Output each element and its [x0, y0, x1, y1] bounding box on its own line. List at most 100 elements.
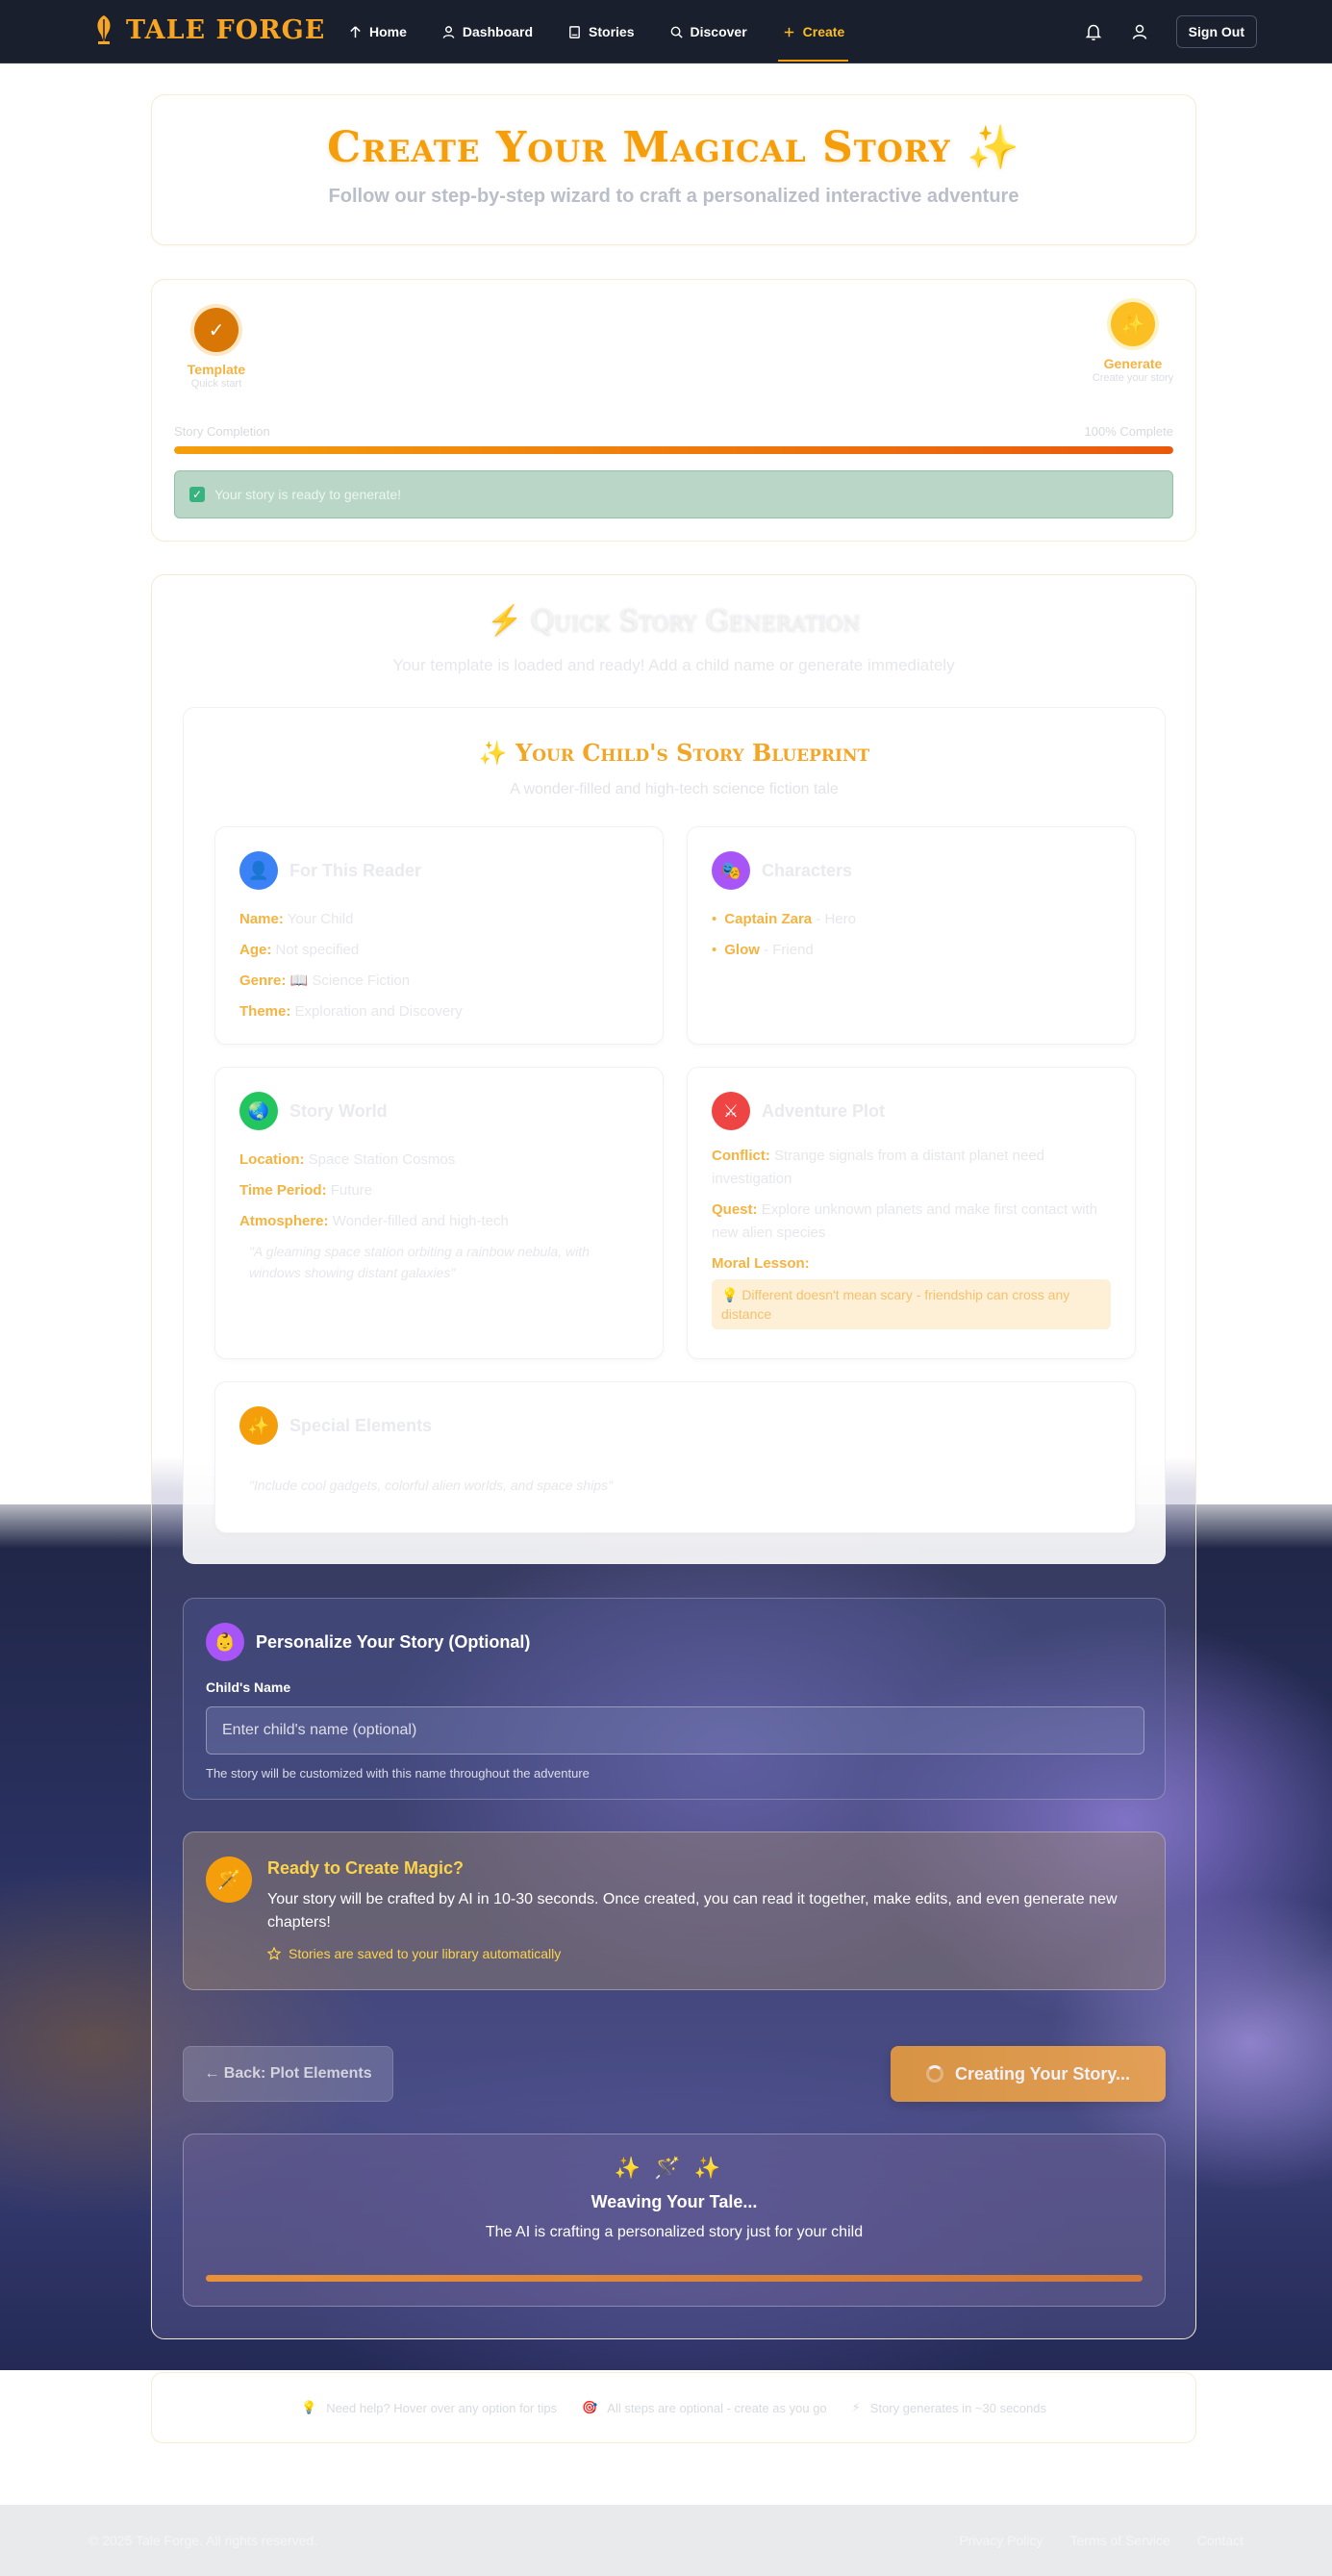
ready-to-create-section: 🪄 Ready to Create Magic? Your story will… — [183, 1831, 1166, 1990]
nav-stories[interactable]: Stories — [554, 0, 647, 63]
adventure-plot-title: Adventure Plot — [762, 1100, 886, 1121]
reader-genre-value: 📖 Science Fiction — [289, 972, 411, 989]
sparkles-icon: ✨ — [967, 123, 1020, 172]
special-elements-title: Special Elements — [289, 1415, 433, 1435]
child-name-input[interactable] — [206, 1706, 1144, 1755]
footer-link-contact[interactable]: Contact — [1197, 2533, 1244, 2548]
reader-age-key: Age: — [239, 942, 272, 958]
step-template[interactable]: ✓ Template Quick start — [173, 308, 260, 391]
tip-item: ⚡ Story generates in ~30 seconds — [852, 2400, 1046, 2415]
nav-discover[interactable]: Discover — [656, 0, 761, 63]
footer: © 2025 Tale Forge. All rights reserved. … — [0, 2505, 1332, 2576]
brand-name: TALE FORGE — [126, 14, 326, 45]
page-title: Create Your Magical Story ✨ — [152, 122, 1195, 172]
nav-home-label: Home — [369, 24, 407, 39]
nav-create[interactable]: Create — [768, 0, 859, 63]
character-item: • Glow - Friend — [712, 942, 814, 958]
page-subtitle: Follow our step-by-step wizard to craft … — [328, 186, 1019, 207]
magic-wand-icon: 🪄 — [206, 1856, 252, 1903]
quick-generation-title-text: Quick Story Generation — [530, 604, 861, 638]
loading-spinner-icon — [925, 2065, 943, 2083]
step-generate-desc: Create your story — [1092, 372, 1174, 384]
checkbox-icon: ✓ — [189, 487, 205, 502]
library-note-text: Stories are saved to your library automa… — [289, 1946, 562, 1961]
story-world-card: 🌏 Story World Location: Space Station Co… — [214, 1067, 664, 1359]
tip-text: All steps are optional - create as you g… — [607, 2400, 827, 2415]
reader-theme-key: Theme: — [239, 1003, 291, 1020]
child-face-icon: 👶 — [206, 1623, 244, 1661]
character-item: • Captain Zara - Hero — [712, 911, 856, 927]
sparkle-icon: ✨ — [239, 1406, 278, 1445]
progress-card: ✓ Template Quick start ✨ Generate Create… — [151, 279, 1196, 542]
home-icon — [350, 25, 361, 38]
world-location-value: Space Station Cosmos — [308, 1151, 456, 1168]
tips-bar: 💡 Need help? Hover over any option for t… — [151, 2372, 1196, 2443]
weaving-status: ✨🪄✨ Weaving Your Tale... The AI is craft… — [183, 2134, 1166, 2307]
step-generate[interactable]: ✨ Generate Create your story — [1090, 302, 1176, 385]
lightning-icon: ⚡ — [851, 2400, 861, 2414]
nav-stories-label: Stories — [589, 24, 635, 39]
weaving-progress-bar — [206, 2275, 1143, 2282]
footer-link-terms[interactable]: Terms of Service — [1070, 2533, 1170, 2548]
bell-icon[interactable] — [1084, 22, 1103, 41]
tip-item: 🎯 All steps are optional - create as you… — [582, 2400, 827, 2415]
story-blueprint: ✨ Your Child's Story Blueprint A wonder-… — [183, 707, 1166, 1564]
blueprint-subtitle: A wonder-filled and high-tech science fi… — [510, 781, 839, 797]
sparkle-wand-icons: ✨🪄✨ — [614, 2156, 735, 2180]
plot-conflict-key: Conflict: — [712, 1148, 770, 1164]
reader-age-value: Not specified — [275, 942, 360, 958]
ready-alert: ✓ Your story is ready to generate! — [174, 470, 1173, 518]
ready-to-create-title: Ready to Create Magic? — [267, 1858, 465, 1878]
world-atmosphere-value: Wonder-filled and high-tech — [332, 1213, 509, 1229]
globe-icon: 🌏 — [239, 1092, 278, 1130]
create-story-label: Creating Your Story... — [954, 2063, 1131, 2084]
completion-progress-bar — [174, 446, 1173, 454]
sign-out-button[interactable]: Sign Out — [1175, 15, 1257, 48]
check-icon: ✓ — [194, 308, 239, 352]
search-icon — [670, 26, 683, 38]
ready-to-create-text: Your story will be crafted by AI in 10-3… — [267, 1891, 1118, 1931]
back-button[interactable]: ← Back: Plot Elements — [183, 2046, 393, 2102]
star-icon — [267, 1947, 281, 1960]
special-elements-description: "Include cool gadgets, colorful alien wo… — [249, 1477, 614, 1493]
child-name-label: Child's Name — [206, 1679, 291, 1695]
quill-icon — [97, 15, 111, 44]
tip-item: 💡 Need help? Hover over any option for t… — [301, 2400, 557, 2415]
lightning-icon: ⚡ — [487, 604, 523, 638]
nav-home[interactable]: Home — [335, 0, 420, 63]
quick-generation-subtitle: Your template is loaded and ready! Add a… — [392, 656, 955, 674]
plot-lesson-value: 💡 Different doesn't mean scary - friends… — [712, 1279, 1111, 1329]
profile-icon[interactable] — [1130, 22, 1149, 41]
character-name: Captain Zara — [724, 911, 813, 927]
book-icon — [569, 25, 580, 38]
copyright: © 2025 Tale Forge. All rights reserved. — [88, 2533, 318, 2548]
footer-link-privacy[interactable]: Privacy Policy — [959, 2533, 1043, 2548]
plot-quest-key: Quest: — [712, 1201, 758, 1218]
nav-create-label: Create — [802, 24, 845, 39]
sparkle-step-icon: ✨ — [1111, 302, 1155, 346]
world-period-key: Time Period: — [239, 1182, 327, 1199]
hero-card: Create Your Magical Story ✨ Follow our s… — [151, 94, 1196, 245]
quick-generation-title: ⚡ Quick Story Generation — [152, 604, 1195, 638]
world-period-value: Future — [330, 1182, 373, 1199]
character-role: - Friend — [764, 942, 814, 958]
ready-alert-text: Your story is ready to generate! — [214, 487, 402, 502]
world-description: "A gleaming space station orbiting a rai… — [249, 1244, 590, 1280]
lightbulb-icon: 💡 — [301, 2400, 317, 2414]
brand-logo[interactable]: TALE FORGE — [91, 13, 325, 46]
adventure-plot-card: ⚔ Adventure Plot Conflict: Strange signa… — [687, 1067, 1136, 1359]
story-world-title: Story World — [289, 1100, 388, 1121]
nav-discover-label: Discover — [690, 24, 747, 39]
reader-genre-key: Genre: — [239, 972, 287, 989]
target-icon: 🎯 — [582, 2400, 598, 2414]
personalize-section: 👶 Personalize Your Story (Optional) Chil… — [183, 1598, 1166, 1800]
nav-dashboard[interactable]: Dashboard — [428, 0, 546, 63]
reader-theme-value: Exploration and Discovery — [294, 1003, 463, 1020]
plot-quest-value: Explore unknown planets and make first c… — [712, 1201, 1098, 1241]
completion-label: Story Completion — [174, 424, 270, 439]
weaving-subtitle: The AI is crafting a personalized story … — [485, 2224, 864, 2240]
character-role: - Hero — [816, 911, 856, 927]
create-story-button[interactable]: Creating Your Story... — [891, 2046, 1166, 2102]
page-title-text: Create Your Magical Story — [327, 123, 951, 172]
theater-masks-icon: 🎭 — [712, 851, 750, 890]
